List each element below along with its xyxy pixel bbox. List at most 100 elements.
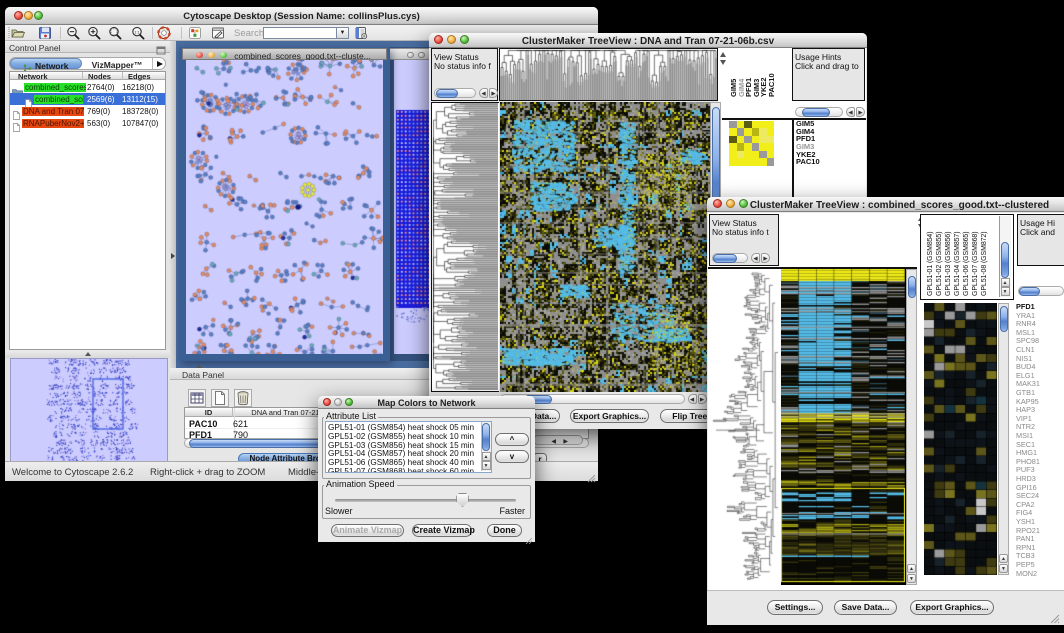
- scroll-left-button[interactable]: ◀: [688, 394, 697, 404]
- mini-heatmap-cell: [744, 128, 752, 136]
- scroll-left-button[interactable]: ◀: [479, 88, 488, 98]
- minimize-button[interactable]: [726, 199, 735, 208]
- advanced-search-icon[interactable]: [354, 26, 368, 40]
- mini-heatmap-cell: [729, 143, 737, 151]
- resize-grip-icon[interactable]: [587, 470, 596, 479]
- tv2-labels-scrollbar[interactable]: ▲▼: [999, 216, 1011, 297]
- scroll-down-icon[interactable]: [720, 60, 726, 65]
- zoom-selected-icon[interactable]: [108, 26, 122, 40]
- resize-grip-icon[interactable]: [525, 532, 533, 540]
- annotation-icon[interactable]: [211, 26, 225, 40]
- dialog-titlebar: Map Colors to Network: [318, 396, 535, 409]
- tab-vizmapper[interactable]: VizMapper™: [82, 58, 152, 69]
- tv1-usage-hints: Usage HintsClick and drag to: [792, 48, 865, 101]
- save-icon[interactable]: [38, 26, 52, 40]
- scrollbar-thumb[interactable]: [908, 276, 916, 298]
- mini-heatmap-cell: [752, 136, 760, 144]
- tv2-column-label: GPL51-02 (GSM855): [936, 220, 944, 296]
- scroll-up-button[interactable]: ▲: [482, 452, 491, 461]
- attribute-list-item[interactable]: GPL51-03 (GSM856) heat shock 15 min: [328, 441, 474, 450]
- new-attribute-icon[interactable]: [211, 389, 229, 407]
- network-tab-icon: [23, 60, 32, 69]
- attribute-list-item[interactable]: GPL51-04 (GSM857) heat shock 20 min: [328, 449, 474, 458]
- scrollbar-thumb[interactable]: [482, 423, 490, 451]
- close-button[interactable]: [713, 199, 722, 208]
- search-dropdown-button[interactable]: ▼: [336, 27, 349, 39]
- resize-grip-icon[interactable]: [1050, 611, 1060, 621]
- scrollbar-thumb[interactable]: [802, 108, 830, 117]
- scroll-right-icon[interactable]: ▶: [563, 438, 568, 445]
- attribute-list-item[interactable]: GPL51-06 (GSM865) heat shock 40 min: [328, 458, 474, 467]
- scroll-up-button[interactable]: ▲: [1001, 278, 1010, 287]
- done-button[interactable]: Done: [487, 524, 522, 537]
- zoom-fit-icon[interactable]: 1:1: [131, 26, 145, 40]
- move-up-button[interactable]: ^: [495, 433, 529, 446]
- scroll-up-button[interactable]: ▲: [999, 554, 1008, 563]
- tv2-v-scrollbar[interactable]: ▲▼: [906, 269, 917, 585]
- slider-track[interactable]: [335, 499, 516, 502]
- tv2-column-labels-panel: GPL51-01 (GSM854)GPL51-02 (GSM855)GPL51-…: [920, 214, 1014, 300]
- settings-button[interactable]: Settings...: [767, 600, 823, 615]
- tab-vizmapper-label: VizMapper™: [82, 60, 152, 70]
- tab-network[interactable]: Network: [10, 58, 82, 69]
- mini-heatmap-cell: [744, 151, 752, 159]
- attribute-list-item[interactable]: GPL51-07 (GSM868) heat shock 60 min: [328, 467, 474, 473]
- attribute-list-item[interactable]: GPL51-01 (GSM854) heat shock 05 min: [328, 423, 474, 432]
- toolbar-separator: [60, 27, 61, 39]
- scroll-left-icon[interactable]: ◀: [551, 438, 556, 445]
- scroll-left-button[interactable]: ◀: [751, 253, 760, 263]
- zoom-in-icon[interactable]: [87, 26, 101, 40]
- frame-light-icon: [407, 52, 414, 59]
- animate-vizmap-button[interactable]: Animate Vizmap: [331, 524, 404, 537]
- tv1-tree-arrows[interactable]: [720, 52, 728, 70]
- view-status-line2: No status info t: [712, 227, 778, 237]
- scrollbar-thumb[interactable]: [436, 89, 458, 98]
- create-vizmap-button[interactable]: Create Vizmap: [412, 524, 472, 537]
- scroll-up-button[interactable]: ▲: [907, 564, 916, 573]
- tv2-detail-scrollbar[interactable]: ▲▼: [998, 303, 1009, 575]
- scroll-down-button[interactable]: ▼: [1001, 287, 1010, 296]
- scroll-down-button[interactable]: ▼: [907, 574, 916, 583]
- scroll-right-button[interactable]: ▶: [489, 88, 498, 98]
- network-table-row[interactable]: combined_sco2569(6)13112(15): [10, 93, 165, 105]
- search-input[interactable]: [263, 27, 336, 39]
- network-table-row[interactable]: RNAPuberNov2+!563(0)107847(0): [10, 117, 165, 129]
- data-panel-toolbar: [184, 387, 294, 409]
- export-graphics-button[interactable]: Export Graphics...: [570, 409, 649, 423]
- help-ring-icon[interactable]: [157, 26, 171, 40]
- scroll-down-button[interactable]: ▼: [482, 461, 491, 470]
- scroll-down-button[interactable]: ▼: [999, 564, 1008, 573]
- scroll-left-button[interactable]: ◀: [846, 107, 855, 117]
- frame-minimize-icon[interactable]: [208, 52, 215, 59]
- tv1-column-label: PAC10: [768, 37, 776, 97]
- float-icon[interactable]: [156, 42, 166, 51]
- scroll-right-button[interactable]: ▶: [698, 394, 707, 404]
- frame-zoom-icon[interactable]: [220, 52, 227, 59]
- scrollbar-thumb[interactable]: [1001, 242, 1009, 278]
- tab-overflow-arrow[interactable]: [157, 61, 163, 67]
- table-icon[interactable]: [188, 389, 206, 407]
- scrollbar-thumb[interactable]: [713, 254, 737, 263]
- scrollbar-thumb[interactable]: [1019, 287, 1040, 296]
- export-graphics-button[interactable]: Export Graphics...: [910, 600, 994, 615]
- map-colors-dialog: Map Colors to NetworkAttribute ListGPL51…: [318, 396, 535, 542]
- scroll-right-button[interactable]: ▶: [761, 253, 770, 263]
- attribute-list-item[interactable]: GPL51-02 (GSM855) heat shock 10 min: [328, 432, 474, 441]
- scrollbar-thumb[interactable]: [1000, 306, 1008, 332]
- frame-close-icon[interactable]: [196, 52, 203, 59]
- save-data-button[interactable]: Save Data...: [834, 600, 897, 615]
- attribute-list[interactable]: GPL51-01 (GSM854) heat shock 05 minGPL51…: [325, 421, 492, 473]
- network-table-row[interactable]: combined_scores_2764(0)16218(0): [10, 81, 165, 93]
- vizmap-icon[interactable]: [188, 26, 202, 40]
- network-table-row[interactable]: DNA and Tran 07769(0)183728(0): [10, 105, 165, 117]
- move-down-button[interactable]: v: [495, 450, 529, 463]
- open-icon[interactable]: [11, 26, 25, 40]
- mini-heatmap-cell: [767, 151, 775, 159]
- mini-heatmap-cell: [752, 128, 760, 136]
- overview-splitter[interactable]: [5, 350, 170, 358]
- delete-attribute-icon[interactable]: [234, 389, 252, 407]
- zoom-out-icon[interactable]: [66, 26, 80, 40]
- desktop-splitter[interactable]: [170, 41, 176, 368]
- attribute-list-scrollbar[interactable]: ▲▼: [481, 422, 491, 471]
- scroll-up-icon[interactable]: [720, 52, 726, 57]
